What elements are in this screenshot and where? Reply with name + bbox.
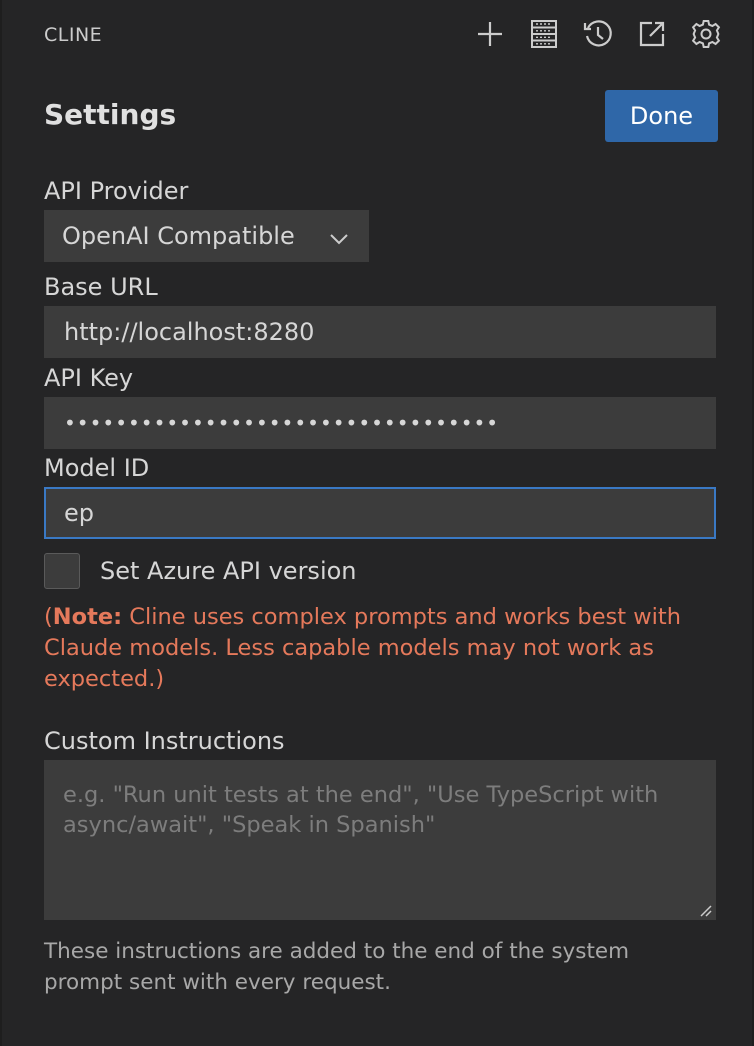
custom-instructions-help: These instructions are added to the end … (44, 939, 630, 995)
app-title: CLINE (44, 24, 103, 46)
gear-icon[interactable] (690, 16, 722, 52)
api-provider-label: API Provider (44, 177, 189, 205)
done-button[interactable]: Done (605, 90, 718, 142)
api-provider-select[interactable]: OpenAI Compatible (44, 210, 369, 262)
toolbar (474, 16, 722, 52)
model-id-input[interactable] (44, 487, 716, 539)
base-url-input[interactable] (44, 306, 716, 358)
resize-handle-icon[interactable] (698, 902, 712, 921)
cline-settings-panel: CLINE Settings Done API Provider OpenAI … (0, 0, 754, 1046)
azure-api-version-label[interactable]: Set Azure API version (100, 557, 357, 585)
page-title: Settings (44, 98, 177, 131)
model-warning-note: (Note: Cline uses complex prompts and wo… (44, 602, 704, 695)
api-key-label: API Key (44, 364, 134, 392)
note-strong: Note: (52, 604, 123, 630)
top-bar: CLINE (2, 0, 752, 70)
note-text: Cline uses complex prompts and works bes… (44, 604, 681, 692)
custom-instructions-label: Custom Instructions (44, 727, 285, 755)
note-open-paren: ( (44, 604, 53, 630)
custom-instructions-textarea[interactable] (44, 760, 716, 920)
server-icon[interactable] (528, 16, 560, 52)
chevron-down-icon (329, 227, 349, 255)
model-id-label: Model ID (44, 454, 150, 482)
plus-icon[interactable] (474, 16, 506, 52)
base-url-label: Base URL (44, 273, 158, 301)
api-key-input[interactable] (44, 397, 716, 449)
azure-api-version-checkbox[interactable] (44, 553, 80, 589)
api-provider-selected-value: OpenAI Compatible (62, 222, 295, 250)
popout-icon[interactable] (636, 16, 668, 52)
history-icon[interactable] (582, 16, 614, 52)
